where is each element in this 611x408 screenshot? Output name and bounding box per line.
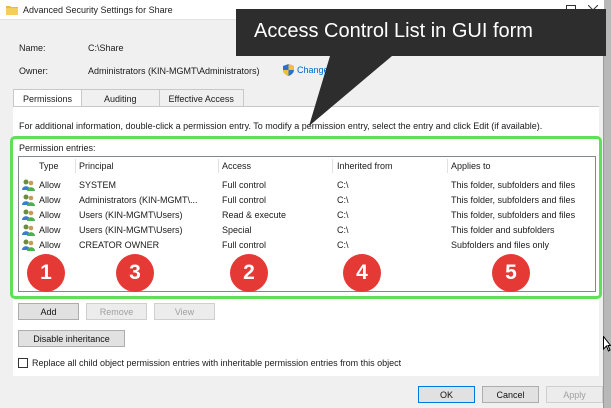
replace-child-entries-label: Replace all child object permission entr… xyxy=(32,358,402,368)
tab-strip: Permissions Auditing Effective Access xyxy=(13,89,244,108)
replace-child-entries-checkbox[interactable] xyxy=(18,358,28,368)
folder-icon xyxy=(6,6,18,15)
marker-access-column: 2 xyxy=(230,254,268,292)
marker-type-column: 1 xyxy=(27,254,65,292)
remove-button[interactable]: Remove xyxy=(86,303,147,320)
mouse-cursor-icon xyxy=(603,336,611,352)
name-label: Name: xyxy=(19,43,46,53)
ok-button[interactable]: OK xyxy=(418,386,475,403)
view-button[interactable]: View xyxy=(154,303,215,320)
marker-principal-column: 3 xyxy=(116,254,154,292)
shield-icon xyxy=(283,64,294,76)
tab-effective-access[interactable]: Effective Access xyxy=(158,89,244,107)
advanced-security-window: Advanced Security Settings for Share Nam… xyxy=(0,0,604,408)
owner-label: Owner: xyxy=(19,66,49,76)
change-owner-link[interactable]: Change xyxy=(283,64,329,76)
owner-value: Administrators (KIN-MGMT\Administrators) xyxy=(88,66,260,76)
apply-button[interactable]: Apply xyxy=(546,386,603,403)
cancel-button[interactable]: Cancel xyxy=(482,386,539,403)
instructions-text: For additional information, double-click… xyxy=(19,121,543,131)
marker-inherited-column: 4 xyxy=(343,254,381,292)
tab-auditing[interactable]: Auditing xyxy=(81,89,160,107)
name-value: C:\Share xyxy=(88,43,124,53)
callout-text: Access Control List in GUI form xyxy=(254,20,533,42)
change-link-text: Change xyxy=(297,65,329,75)
add-button[interactable]: Add xyxy=(18,303,79,320)
disable-inheritance-button[interactable]: Disable inheritance xyxy=(18,330,125,347)
window-title: Advanced Security Settings for Share xyxy=(23,5,173,15)
marker-applies-column: 5 xyxy=(492,254,530,292)
